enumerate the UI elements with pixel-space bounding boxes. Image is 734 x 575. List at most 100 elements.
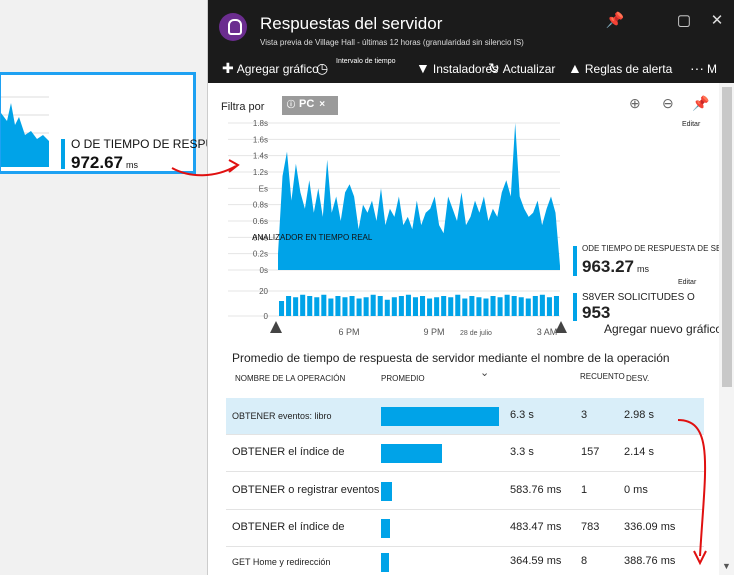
x-tick-label: 9 PM	[423, 327, 444, 337]
average-bar	[381, 519, 390, 538]
deviation-cell: 336.09 ms	[624, 521, 676, 533]
count-bar	[286, 296, 292, 316]
scroll-thumb[interactable]	[722, 87, 732, 387]
deviation-cell: 2.14 s	[624, 446, 654, 458]
response-time-chart: 1.8s1.6s1.4s1.2sEs0.8s0.6s0.4s0.2s0sANAL…	[228, 119, 567, 337]
y-tick-label: 1.8s	[253, 119, 268, 128]
average-bar	[381, 407, 499, 426]
count-cell: 157	[581, 446, 600, 458]
y-tick-label: 1.6s	[253, 135, 268, 144]
blade-header: Respuestas del servidor Vista previa de …	[208, 0, 734, 83]
table-row[interactable]: GET Home y redirección 364.59 ms 8 388.76 m…	[226, 544, 704, 575]
count-bar	[391, 297, 397, 316]
y-tick-label: 0.2s	[253, 250, 268, 259]
count-bar	[342, 297, 348, 316]
operation-name-cell: GET Home y redirección	[232, 557, 331, 567]
average-bar	[381, 482, 392, 501]
count-bar	[448, 297, 454, 316]
screen: O DE TIEMPO DE RESPUESTA DE SERVIDOR 972…	[0, 0, 734, 575]
count-bar	[398, 296, 404, 316]
count-cell: 8	[581, 555, 588, 567]
chart-pin-icon[interactable]: 📌	[692, 95, 709, 112]
count-bar	[300, 294, 306, 316]
table-row[interactable]: OBTENER el índice de 3.3 s 157 2.14 s	[226, 435, 704, 472]
y-tick-label: 0.6s	[253, 217, 268, 226]
x-tick-label: 28 de julio	[460, 330, 492, 337]
deviation-cell: 0 ms	[624, 484, 648, 496]
metric1-label: ODE TIEMPO DE RESPUESTA DE SERVIDOR	[582, 244, 734, 253]
tile-metric-value: 972.67 ms	[71, 153, 138, 172]
filter-label: Filtra por	[221, 101, 265, 113]
scroll-down-icon[interactable]: ▼	[722, 561, 731, 571]
close-icon[interactable]: ✕	[707, 11, 727, 29]
remove-filter-icon[interactable]: ×	[319, 99, 325, 110]
chevron-down-icon[interactable]: ⌄	[480, 366, 489, 379]
count-bar	[511, 296, 517, 316]
count-bar	[490, 296, 496, 316]
metric1-edit-link[interactable]: Editar	[678, 279, 696, 286]
time-range-label: Intervalo de tiempo	[336, 58, 396, 65]
tile-metric-accent	[61, 139, 65, 169]
average-cell: 6.3 s	[510, 409, 534, 421]
grid-title: Promedio de tiempo de respuesta de servi…	[232, 351, 670, 365]
col-header-operation[interactable]: NOMBRE DE LA OPERACIÓN	[235, 374, 345, 383]
count-bar	[384, 299, 390, 316]
table-row[interactable]: OBTENER eventos: libro 6.3 s 3 2.98 s	[226, 398, 704, 435]
overview-tile[interactable]: O DE TIEMPO DE RESPUESTA DE SERVIDOR 972…	[0, 72, 330, 174]
lightbulb-icon	[219, 13, 247, 41]
y-tick-label: 0s	[260, 266, 268, 275]
operation-name-cell: OBTENER el índice de	[232, 446, 345, 458]
count-bar	[434, 297, 440, 316]
count-bar	[553, 296, 559, 316]
zoom-in-icon[interactable]: ⊕	[629, 95, 641, 112]
refresh-button[interactable]: ↻ Actualizar	[488, 60, 555, 77]
metric2-value: 953	[582, 303, 611, 322]
count-bar	[335, 296, 341, 316]
more-button[interactable]: ··· M	[690, 60, 717, 76]
count-bar	[349, 296, 355, 316]
count-bar	[455, 294, 461, 316]
count-bar	[370, 294, 376, 316]
chart-edit-link[interactable]: Editar	[682, 121, 700, 128]
table-row[interactable]: OBTENER o registrar eventos 583.76 ms 1 0 m…	[226, 473, 704, 510]
col-header-count[interactable]: RECUENTO	[580, 372, 625, 381]
count-bar	[441, 296, 447, 316]
average-cell: 583.76 ms	[510, 484, 562, 496]
count-bar	[504, 294, 510, 316]
operation-name-cell: OBTENER o registrar eventos	[232, 484, 380, 496]
refresh-icon: ↻	[488, 60, 500, 76]
blade-subtitle: Vista previa de Village Hall - últimas 1…	[260, 38, 524, 47]
count-bar	[497, 297, 503, 316]
col-header-deviation[interactable]: DESV.	[626, 374, 649, 383]
time-range-button[interactable]: ◷	[316, 60, 331, 77]
add-new-chart-link[interactable]: Agregar nuevo gráfico (D	[604, 322, 734, 336]
table-row[interactable]: OBTENER el índice de 483.47 ms 783 336.09 m…	[226, 510, 704, 547]
range-start-handle	[270, 321, 282, 333]
metric2-label: S8VER SOLICITUDES O	[582, 292, 695, 303]
count-cell: 3	[581, 409, 588, 421]
operation-name-cell: OBTENER eventos: libro	[232, 411, 332, 421]
y-tick-label: 0.8s	[253, 201, 268, 210]
pin-icon[interactable]: 📌	[605, 11, 625, 29]
maximize-icon[interactable]: ▢	[674, 11, 694, 29]
col-header-average[interactable]: PROMEDIO	[381, 374, 425, 383]
alert-rules-button[interactable]: ▲ Reglas de alerta	[568, 60, 672, 76]
average-cell: 364.59 ms	[510, 555, 562, 567]
count-bar	[483, 298, 489, 316]
count-bar	[279, 301, 285, 316]
x-tick-label: 3 AM	[537, 327, 558, 337]
blade-title: Respuestas del servidor	[260, 14, 443, 33]
count-bar	[314, 297, 320, 316]
vertical-scrollbar[interactable]: ▼	[719, 83, 734, 575]
installers-button[interactable]: ▼ Instaladores	[416, 60, 498, 76]
zoom-out-icon[interactable]: ⊖	[662, 95, 674, 112]
bell-icon: ▲	[568, 60, 582, 76]
count-bar	[307, 296, 313, 316]
count-bar	[363, 297, 369, 316]
plus-icon: ✚	[222, 60, 234, 76]
count-y-tick-label: 0	[264, 312, 269, 321]
count-bar	[532, 296, 538, 316]
count-bar	[518, 297, 524, 316]
count-bar	[377, 296, 383, 316]
add-chart-button[interactable]: ✚ Agregar gráfico	[222, 60, 319, 77]
